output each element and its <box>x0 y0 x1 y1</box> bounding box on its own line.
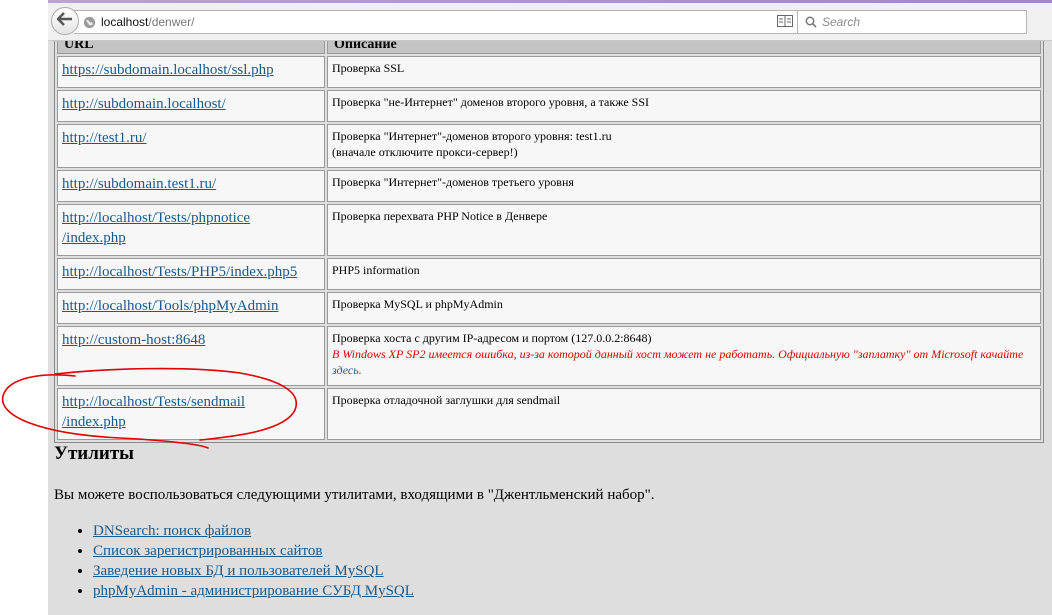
list-item: DNSearch: поиск файлов <box>93 521 414 541</box>
warning-end: . <box>358 363 362 377</box>
url-link[interactable]: https://subdomain.localhost/ssl.php <box>62 62 274 78</box>
column-header-description: Описание <box>327 41 1041 54</box>
page-left-margin <box>0 0 48 615</box>
url-link-part: /index.php <box>62 414 126 430</box>
search-icon <box>805 16 817 28</box>
table-row: http://test1.ru/ Проверка "Интернет"-дом… <box>57 124 1041 168</box>
utilities-heading: Утилиты <box>54 443 134 464</box>
column-header-url: URL <box>57 41 325 54</box>
reader-view-icon[interactable] <box>777 14 793 30</box>
table-row: http://subdomain.localhost/ Проверка "не… <box>57 90 1041 122</box>
description-cell: Проверка "не-Интернет" доменов второго у… <box>327 90 1041 122</box>
description-cell: PHP5 information <box>327 258 1041 290</box>
url-link-part: /index.php <box>62 230 126 246</box>
description-cell: Проверка перехвата PHP Notice в Денвере <box>327 204 1041 256</box>
utility-link-sites[interactable]: Список зарегистрированных сайтов <box>93 543 323 559</box>
back-button[interactable] <box>51 7 79 35</box>
test-urls-table: URL Описание https://subdomain.localhost… <box>54 41 1044 443</box>
url-link[interactable]: http://localhost/Tests/phpnotice/index.p… <box>62 210 250 246</box>
table-row: http://localhost/Tests/phpnotice/index.p… <box>57 204 1041 256</box>
description-text: Проверка хоста с другим IP-адресом и пор… <box>332 331 652 345</box>
patch-download-link[interactable]: здесь <box>332 363 359 377</box>
table-row: http://localhost/Tests/sendmail/index.ph… <box>57 388 1041 440</box>
utilities-intro: Вы можете воспользоваться следующими ути… <box>54 487 655 503</box>
table-row: http://subdomain.test1.ru/ Проверка "Инт… <box>57 170 1041 202</box>
warning-message: В Windows XP SP2 имеется ошибка, из-за к… <box>332 347 1024 361</box>
address-bar[interactable]: localhost/denwer/ <box>74 10 839 34</box>
warning-text: В Windows XP SP2 имеется ошибка, из-за к… <box>332 347 1023 377</box>
url-link[interactable]: http://localhost/Tools/phpMyAdmin <box>62 298 278 314</box>
globe-icon <box>83 16 96 29</box>
table-header-row: URL Описание <box>57 41 1041 54</box>
search-bar[interactable] <box>797 10 1027 34</box>
table-row: http://localhost/Tests/PHP5/index.php5 P… <box>57 258 1041 290</box>
description-cell: Проверка "Интернет"-доменов второго уров… <box>327 124 1041 168</box>
url-link[interactable]: http://subdomain.test1.ru/ <box>62 176 216 192</box>
description-cell: Проверка "Интернет"-доменов третьего уро… <box>327 170 1041 202</box>
table-row: http://localhost/Tools/phpMyAdmin Провер… <box>57 292 1041 324</box>
table-row: http://custom-host:8648 Проверка хоста с… <box>57 326 1041 386</box>
utility-link-mysql-users[interactable]: Заведение новых БД и пользователей MySQL <box>93 563 384 579</box>
table-row: https://subdomain.localhost/ssl.php Пров… <box>57 56 1041 88</box>
url-link[interactable]: http://test1.ru/ <box>62 130 147 146</box>
url-link[interactable]: http://localhost/Tests/sendmail/index.ph… <box>62 394 245 430</box>
description-cell: Проверка SSL <box>327 56 1041 88</box>
url-link-part: http://localhost/Tests/sendmail <box>62 394 246 410</box>
description-cell: Проверка MySQL и phpMyAdmin <box>327 292 1041 324</box>
utility-link-phpmyadmin[interactable]: phpMyAdmin - администрирование СУБД MySQ… <box>93 583 414 599</box>
description-text: Проверка "Интернет"-доменов второго уров… <box>332 129 612 143</box>
utility-link-dnsearch[interactable]: DNSearch: поиск файлов <box>93 523 251 539</box>
url-link[interactable]: http://subdomain.localhost/ <box>62 96 226 112</box>
list-item: phpMyAdmin - администрирование СУБД MySQ… <box>93 581 414 601</box>
list-item: Список зарегистрированных сайтов <box>93 541 414 561</box>
url-host: localhost <box>101 15 149 29</box>
page-content: URL Описание https://subdomain.localhost… <box>48 41 1052 615</box>
url-link[interactable]: http://custom-host:8648 <box>62 332 205 348</box>
list-item: Заведение новых БД и пользователей MySQL <box>93 561 414 581</box>
search-input[interactable] <box>822 15 1002 29</box>
browser-toolbar: localhost/denwer/ <box>48 3 1052 41</box>
back-arrow-icon <box>56 11 73 31</box>
description-note: (вначале отключите прокси-сервер!) <box>332 145 518 159</box>
utilities-list: DNSearch: поиск файлов Список зарегистри… <box>54 521 414 601</box>
description-cell: Проверка отладочной заглушки для sendmai… <box>327 388 1041 440</box>
description-cell: Проверка хоста с другим IP-адресом и пор… <box>327 326 1041 386</box>
url-link-part: http://localhost/Tests/phpnotice <box>62 210 251 226</box>
url-path: /denwer/ <box>148 15 195 29</box>
url-link[interactable]: http://localhost/Tests/PHP5/index.php5 <box>62 264 297 280</box>
